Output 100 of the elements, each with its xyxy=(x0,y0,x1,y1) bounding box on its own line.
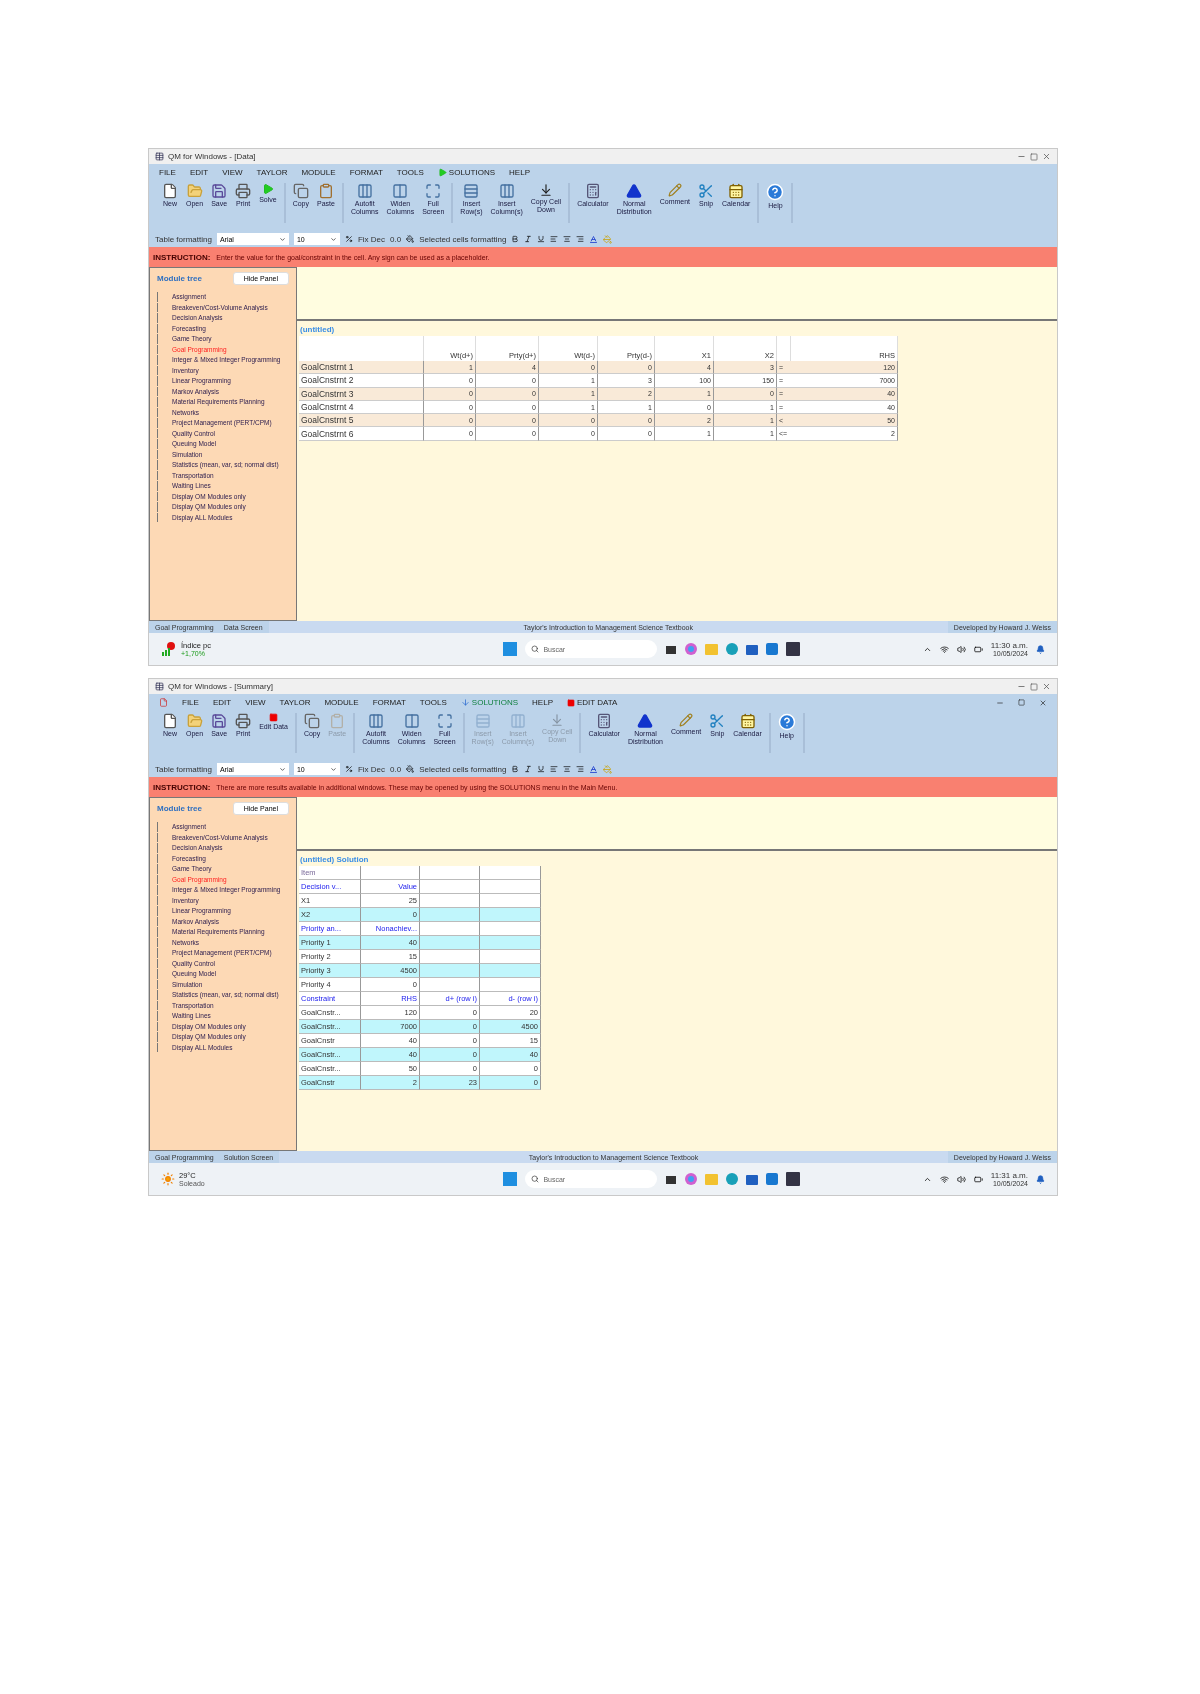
app-logo-icon xyxy=(155,682,164,691)
bold-icon xyxy=(511,235,520,243)
menu-item[interactable]: EDIT xyxy=(189,168,209,177)
menu-item[interactable]: HELP xyxy=(532,698,553,707)
align-center-icon xyxy=(563,235,572,243)
underline-icon xyxy=(537,765,546,773)
columns-icon xyxy=(368,713,384,729)
globe-icon xyxy=(726,643,739,655)
clock-time[interactable]: 11:31 a.m. xyxy=(990,1171,1028,1180)
arrow-down-icon xyxy=(460,698,470,707)
format-label: Table formatting xyxy=(155,234,212,244)
row-name-cell: GoalCnstrnt 2 xyxy=(299,374,424,388)
percent-icon xyxy=(344,765,353,773)
align-right-icon xyxy=(576,765,585,773)
stop-icon xyxy=(566,698,575,707)
copy-icon xyxy=(292,183,309,199)
menu-item[interactable]: TAYLOR xyxy=(256,168,288,177)
battery-icon xyxy=(973,644,983,654)
caret-icon xyxy=(329,235,337,243)
close-icon xyxy=(1042,152,1051,161)
printer-icon xyxy=(235,183,252,199)
mail-icon xyxy=(766,1173,779,1185)
maximize-icon xyxy=(1030,152,1038,161)
menu-item[interactable]: MODULE xyxy=(324,698,359,707)
play-icon xyxy=(261,183,274,195)
colorful-circle-icon xyxy=(685,1173,698,1185)
close-icon xyxy=(1042,682,1051,691)
help-icon xyxy=(777,713,796,731)
rows-icon xyxy=(474,713,491,729)
row-name-cell: GoalCnstrnt 1 xyxy=(299,361,424,375)
wifi-icon xyxy=(939,1174,949,1184)
calendar-icon xyxy=(739,713,756,729)
fill-color-icon xyxy=(603,764,613,774)
volume-icon xyxy=(956,1174,966,1184)
menu-item[interactable]: FILE xyxy=(182,698,199,707)
paint-bucket-icon xyxy=(406,765,415,773)
menu-item[interactable]: FORMAT xyxy=(349,168,383,177)
clock-time[interactable]: 11:30 a.m. xyxy=(990,641,1028,650)
panel-title: Module tree xyxy=(157,804,202,813)
columns-icon xyxy=(403,713,420,729)
clipboard-icon xyxy=(329,713,346,729)
menu-item[interactable]: TOOLS xyxy=(396,168,424,177)
arrow-down-icon xyxy=(550,713,565,727)
save-icon xyxy=(211,713,228,729)
menu-item[interactable]: EDIT xyxy=(212,698,232,707)
arrow-down-icon xyxy=(538,183,553,197)
decimals-label[interactable]: 0.0 xyxy=(390,764,402,774)
caret-icon xyxy=(278,765,286,773)
bag-icon xyxy=(746,643,759,655)
menu-item[interactable]: SOLUTIONS xyxy=(437,168,496,177)
sun-icon xyxy=(161,1172,175,1186)
maximize-icon xyxy=(436,713,453,729)
menu-item[interactable]: VIEW xyxy=(245,698,266,707)
app-logo-icon xyxy=(155,152,164,161)
row-name-cell: GoalCnstrnt 6 xyxy=(299,427,424,441)
align-center-icon xyxy=(563,765,572,773)
font-color-icon xyxy=(589,234,599,244)
menu-item[interactable]: HELP xyxy=(509,168,530,177)
header-cell xyxy=(777,336,791,361)
fix-dec-label[interactable]: Fix Dec xyxy=(357,234,386,244)
align-right-icon xyxy=(576,235,585,243)
copy-icon xyxy=(304,713,321,729)
close-icon xyxy=(1039,698,1047,707)
selected-formatting-label: Selected cells formatting xyxy=(419,234,507,244)
caret-icon xyxy=(278,235,286,243)
window-title: QM for Windows - [Data] xyxy=(168,152,256,161)
app-icon xyxy=(786,1172,801,1186)
clipboard-icon xyxy=(317,183,334,199)
calculator-icon xyxy=(584,183,601,199)
scissors-icon xyxy=(709,713,726,729)
row-name-cell: GoalCnstrnt 5 xyxy=(299,414,424,428)
italic-icon xyxy=(524,765,533,773)
start-icon xyxy=(503,642,518,656)
wifi-icon xyxy=(939,644,949,654)
document-icon[interactable] xyxy=(159,698,168,707)
menu-item[interactable]: VIEW xyxy=(222,168,243,177)
menu-item[interactable]: TOOLS xyxy=(419,698,447,707)
play-icon xyxy=(437,168,447,177)
pencil-icon xyxy=(667,183,682,197)
task-view-icon xyxy=(665,643,678,655)
volume-icon xyxy=(956,644,966,654)
search-icon xyxy=(531,1175,540,1183)
menu-item[interactable]: EDIT DATA xyxy=(566,698,618,707)
menu-item[interactable]: MODULE xyxy=(301,168,336,177)
document-icon xyxy=(162,713,178,729)
folder-icon xyxy=(186,183,203,199)
folder-icon xyxy=(705,643,719,655)
decimals-label[interactable]: 0.0 xyxy=(390,234,402,244)
columns-icon xyxy=(392,183,409,199)
triangle-icon xyxy=(626,183,643,199)
save-icon xyxy=(211,183,228,199)
scissors-icon xyxy=(698,183,715,199)
menu-item[interactable]: FILE xyxy=(159,168,176,177)
fill-color-icon xyxy=(603,234,613,244)
pencil-icon xyxy=(679,713,694,727)
menu-item[interactable]: FORMAT xyxy=(372,698,406,707)
folder-icon xyxy=(186,713,203,729)
menu-item[interactable]: TAYLOR xyxy=(279,698,311,707)
maximize-icon xyxy=(425,183,442,199)
fix-dec-label[interactable]: Fix Dec xyxy=(357,764,386,774)
